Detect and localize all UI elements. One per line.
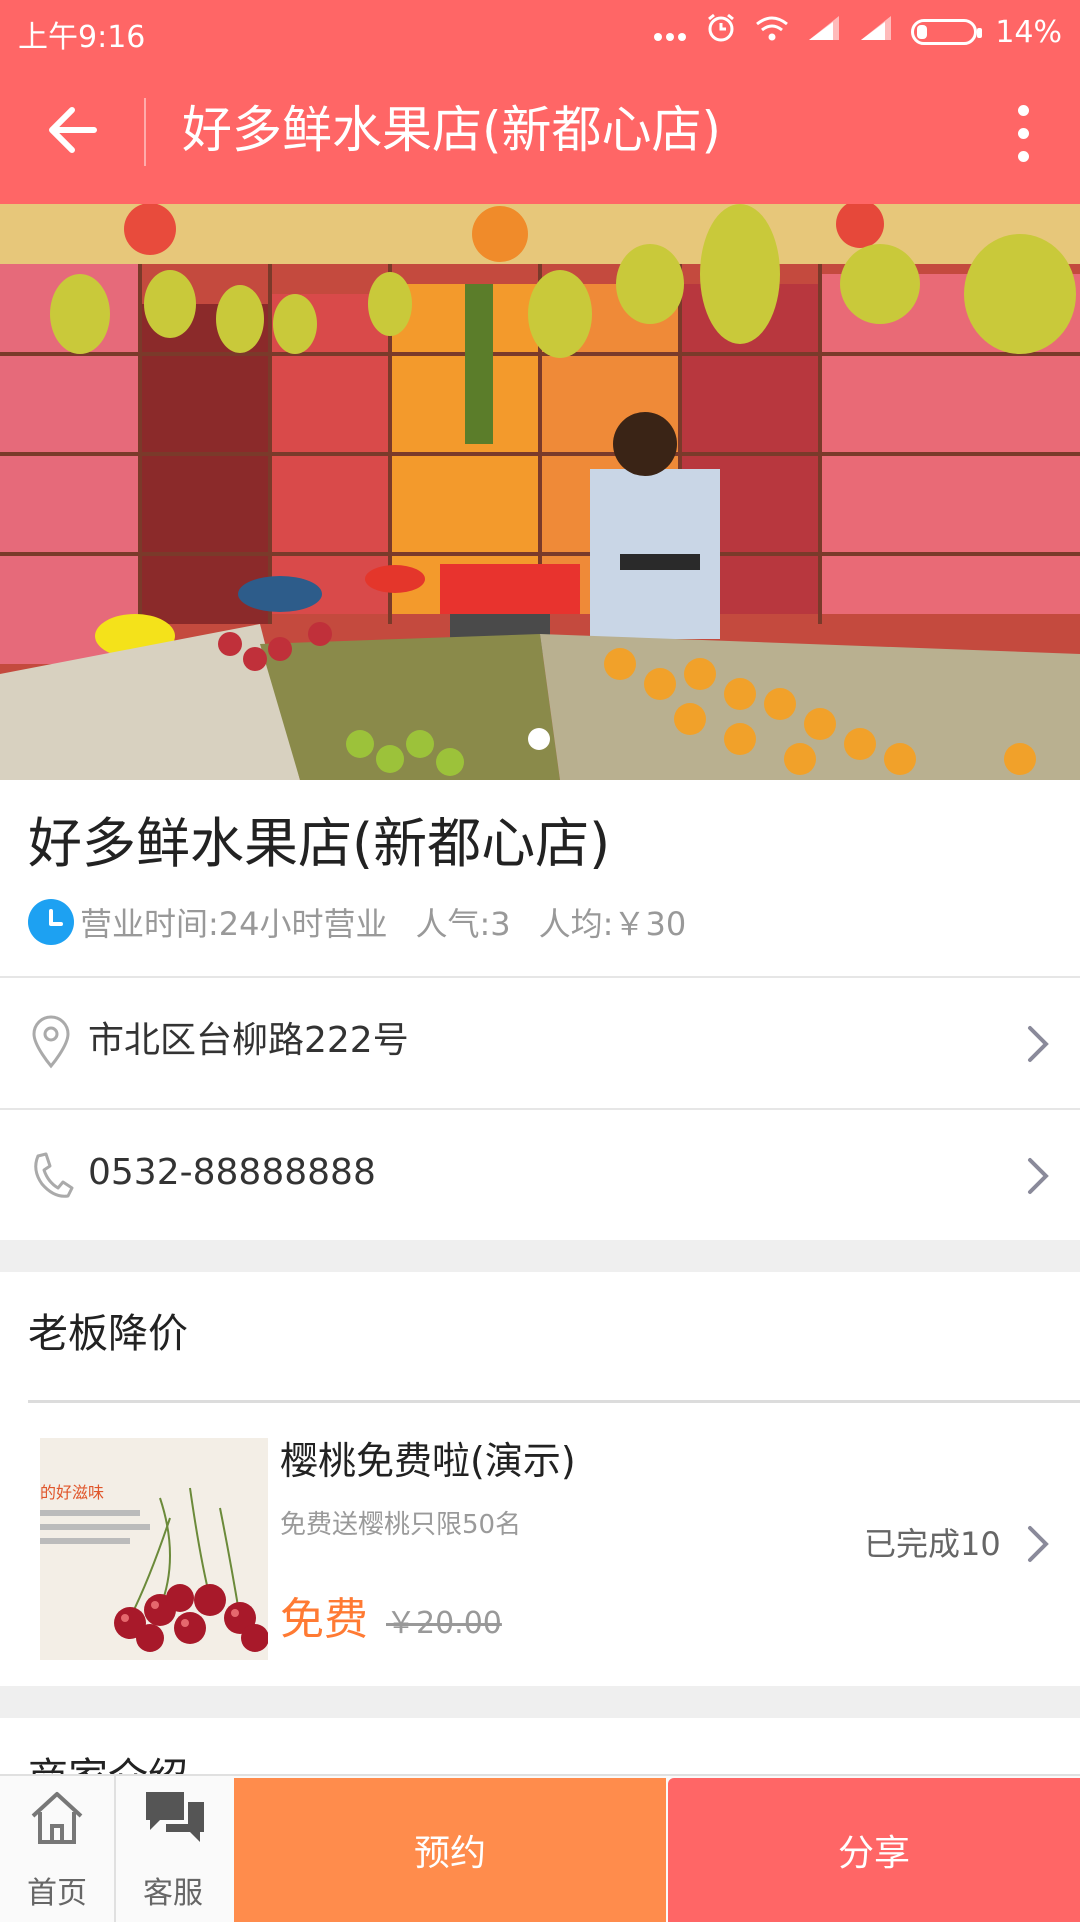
more-vert-icon bbox=[1017, 105, 1029, 116]
carousel-indicator[interactable] bbox=[528, 728, 550, 750]
phone-icon bbox=[34, 1152, 74, 1198]
deal-original-price: ￥20.00 bbox=[386, 1606, 502, 1641]
deal-image: 的好滋味 bbox=[40, 1438, 268, 1660]
shop-photo-carousel[interactable] bbox=[0, 204, 1080, 780]
section-divider bbox=[28, 1400, 1080, 1403]
status-bar: 上午9:16 14% bbox=[0, 0, 1080, 60]
app-bar: 好多鲜水果店(新都心店) bbox=[0, 60, 1080, 204]
business-hours: 营业时间:24小时营业 bbox=[80, 905, 388, 943]
chevron-right-icon bbox=[1028, 1158, 1049, 1194]
deal-image-caption: 的好滋味 bbox=[40, 1483, 104, 1502]
phone-number: 0532-88888888 bbox=[88, 1152, 376, 1193]
bottom-action-bar: 首页 客服 预约 分享 bbox=[0, 1774, 1080, 1922]
appbar-divider bbox=[144, 98, 146, 166]
clock-icon bbox=[28, 899, 74, 945]
alarm-icon bbox=[705, 12, 737, 52]
shop-photo bbox=[0, 204, 1080, 780]
address-row[interactable]: 市北区台柳路222号 bbox=[0, 978, 1080, 1108]
status-icons: 14% bbox=[653, 12, 1062, 52]
deal-title: 樱桃免费啦(演示) bbox=[280, 1439, 576, 1483]
page-title: 好多鲜水果店(新都心店) bbox=[182, 101, 722, 159]
battery-icon bbox=[911, 19, 983, 45]
popularity: 人气:3 bbox=[415, 905, 511, 943]
shop-meta: 营业时间:24小时营业 人气:3 人均:￥30 bbox=[28, 898, 686, 946]
section-gap bbox=[0, 1686, 1080, 1718]
home-icon bbox=[31, 1792, 83, 1844]
chevron-right-icon bbox=[1028, 1526, 1049, 1562]
tab-customer-service[interactable]: 客服 bbox=[116, 1776, 230, 1922]
share-button[interactable]: 分享 bbox=[668, 1778, 1080, 1922]
location-pin-icon bbox=[32, 1015, 70, 1069]
back-button[interactable] bbox=[44, 100, 104, 160]
average-price: 人均:￥30 bbox=[538, 905, 687, 943]
tab-service-label: 客服 bbox=[143, 1876, 203, 1911]
wifi-icon bbox=[755, 14, 789, 50]
chat-icon bbox=[146, 1792, 204, 1842]
signal-icon-2 bbox=[859, 14, 893, 50]
phone-row[interactable]: 0532-88888888 bbox=[0, 1110, 1080, 1240]
section-gap bbox=[0, 1240, 1080, 1272]
more-menu-button[interactable] bbox=[1008, 98, 1038, 166]
signal-icon bbox=[807, 14, 841, 50]
more-dots-icon bbox=[653, 15, 687, 50]
deal-price: 免费 bbox=[280, 1594, 368, 1645]
battery-percent: 14% bbox=[995, 14, 1062, 50]
tab-home-label: 首页 bbox=[27, 1876, 87, 1911]
status-time: 上午9:16 bbox=[18, 20, 146, 55]
deal-completed-count: 已完成10 bbox=[864, 1525, 1001, 1563]
tab-home[interactable]: 首页 bbox=[0, 1776, 114, 1922]
book-button[interactable]: 预约 bbox=[234, 1778, 666, 1922]
cherry-image: 的好滋味 bbox=[40, 1438, 268, 1660]
arrow-left-icon bbox=[49, 107, 97, 153]
address-text: 市北区台柳路222号 bbox=[88, 1020, 409, 1061]
section-title-discount: 老板降价 bbox=[28, 1311, 188, 1357]
deal-description: 免费送樱桃只限50名 bbox=[280, 1510, 522, 1540]
shop-name: 好多鲜水果店(新都心店) bbox=[28, 812, 611, 875]
chevron-right-icon bbox=[1028, 1026, 1049, 1062]
